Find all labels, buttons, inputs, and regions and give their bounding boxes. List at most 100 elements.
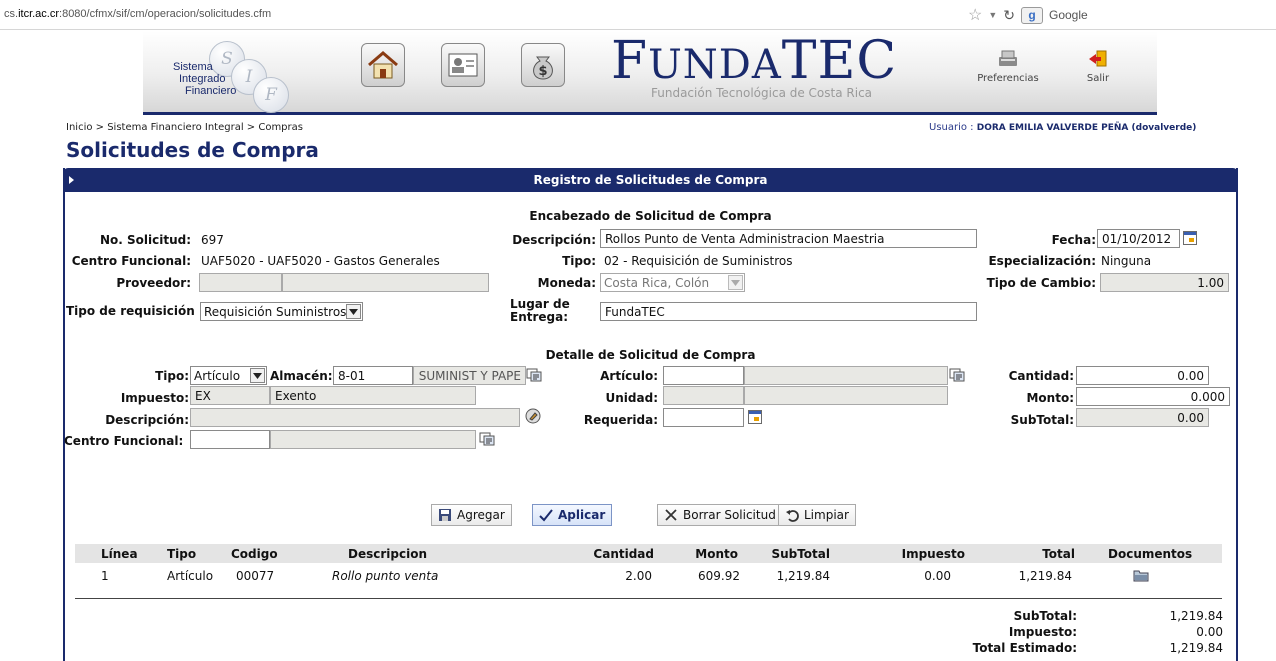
proveedor-name-field[interactable] [282,273,489,292]
tipo-cambio-field[interactable]: 1.00 [1100,273,1229,292]
almacen-code-field[interactable]: 8-01 [333,366,413,385]
detail-centro-code-field[interactable] [190,430,270,449]
cell-cantidad: 2.00 [625,569,652,583]
col-total[interactable]: Total [1042,547,1075,561]
cell-descripcion: Rollo punto venta [332,569,439,583]
col-codigo[interactable]: Codigo [231,547,278,561]
col-documentos[interactable]: Documentos [1108,547,1192,561]
articulo-name-field [744,366,948,385]
centro-funcional-label: Centro Funcional: [71,254,191,268]
fecha-field[interactable]: 01/10/2012 [1097,229,1180,248]
edit-description-icon[interactable] [525,408,541,424]
centro-lookup-icon[interactable] [479,432,495,446]
search-engine-name[interactable]: Google [1049,8,1088,22]
dropdown-arrow-icon[interactable]: ▼ [988,10,997,20]
tipo-requisicion-label: Tipo de requisición [66,304,195,318]
table-header: Línea Tipo Codigo Descripcion Cantidad M… [75,544,1222,563]
cantidad-field[interactable]: 0.00 [1076,366,1209,385]
unidad-code-field[interactable] [663,386,744,405]
detail-tipo-select[interactable]: Artículo [190,366,267,385]
tipo-requisicion-select[interactable]: Requisición Suministros y Papelería [200,302,363,321]
agregar-button[interactable]: Agregar [431,504,512,526]
cell-monto: 609.92 [698,569,740,583]
collapse-arrow-icon[interactable] [69,176,74,184]
google-search-engine-icon[interactable]: g [1021,6,1043,24]
proveedor-code-field[interactable] [199,273,282,292]
chevron-down-icon [349,308,358,315]
breadcrumb[interactable]: Inicio > Sistema Financiero Integral > C… [66,122,303,133]
star-icon[interactable]: ☆ [968,5,982,25]
col-linea[interactable]: Línea [101,547,138,561]
page-title: Solicitudes de Compra [66,138,319,162]
total-impuesto-value: 0.00 [1196,625,1223,639]
impuesto-name-field: Exento [270,386,476,405]
col-cantidad[interactable]: Cantidad [593,547,654,561]
detail-descripcion-label: Descripción: [105,413,189,427]
logout-icon [1089,50,1107,67]
home-button[interactable] [361,43,405,87]
sif-logo[interactable]: S I F Sistema Integrado Financiero [165,39,295,113]
url-text[interactable]: cs.itcr.ac.cr:8080/cfmx/sif/cm/operacion… [4,8,271,20]
aplicar-button[interactable]: Aplicar [532,504,613,526]
logout-link[interactable]: Salir [1073,45,1123,84]
borrar-solicitud-button[interactable]: Borrar Solicitud [657,504,783,526]
moneda-select[interactable]: Costa Rica, Colón [600,273,745,292]
no-solicitud-label: No. Solicitud: [99,233,191,247]
col-descripcion[interactable]: Descripcion [348,547,427,561]
preferences-link[interactable]: Preferencias [973,45,1043,84]
panel-header[interactable]: Registro de Solicitudes de Compra [63,168,1238,192]
col-tipo[interactable]: Tipo [167,547,196,561]
detail-subtotal-field: 0.00 [1076,408,1209,427]
unidad-label: Unidad: [605,391,658,405]
preferences-label: Preferencias [977,73,1039,84]
app-banner: S I F Sistema Integrado Financiero $ FUN… [143,31,1157,115]
user-info: Usuario : DORA EMILIA VALVERDE PEÑA (dov… [929,122,1197,133]
almacen-name-field: SUMINIST Y PAPE [413,366,526,385]
folder-icon[interactable] [1133,569,1149,582]
almacen-lookup-icon[interactable] [526,368,542,382]
fundatec-subtitle: Fundación Tecnológica de Costa Rica [651,86,873,100]
finance-button[interactable]: $ [521,43,565,87]
reload-icon[interactable]: ↻ [1003,7,1015,24]
detail-section-title: Detalle de Solicitud de Compra [545,348,756,362]
articulo-label: Artículo: [600,369,658,383]
cell-subtotal: 1,219.84 [776,569,830,583]
browser-url-bar[interactable]: cs.itcr.ac.cr:8080/cfmx/sif/cm/operacion… [0,0,1276,30]
user-card-button[interactable] [441,43,485,87]
calendar-icon[interactable] [1183,231,1197,245]
detail-centro-funcional-label: Centro Funcional: [64,434,184,448]
requerida-calendar-icon[interactable] [748,410,762,424]
centro-funcional-value: UAF5020 - UAF5020 - Gastos Generales [201,254,440,268]
proveedor-label: Proveedor: [116,276,191,290]
no-solicitud-value: 697 [201,233,224,247]
limpiar-button[interactable]: Limpiar [778,504,856,526]
especializacion-value: Ninguna [1101,254,1152,268]
logout-label: Salir [1086,73,1110,84]
lugar-entrega-field[interactable]: FundaTEC [600,302,977,321]
detail-centro-name-field [270,430,476,449]
preferences-icon [999,50,1017,66]
delete-icon [665,509,677,521]
articulo-code-field[interactable] [663,366,744,385]
table-divider [75,598,1222,599]
col-impuesto[interactable]: Impuesto [902,547,965,561]
monto-field[interactable]: 0.000 [1076,387,1230,406]
articulo-lookup-icon[interactable] [949,368,965,382]
requerida-field[interactable] [663,408,744,427]
descripcion-label: Descripción: [512,233,596,247]
col-monto[interactable]: Monto [695,547,738,561]
cell-codigo: 00077 [236,569,275,583]
tipo-label: Tipo: [562,254,596,268]
total-estimado-label: Total Estimado: [972,641,1077,655]
tipo-cambio-label: Tipo de Cambio: [986,276,1096,290]
detail-descripcion-field[interactable] [190,408,520,427]
table-row[interactable]: 1 Artículo 00077 Rollo punto venta 2.00 … [75,566,1222,586]
impuesto-code-field[interactable]: EX [190,386,270,405]
col-subtotal[interactable]: SubTotal [771,547,830,561]
impuesto-label: Impuesto: [120,391,189,405]
almacen-label: Almacén: [270,369,333,383]
descripcion-field[interactable]: Rollos Punto de Venta Administracion Mae… [600,229,977,248]
cantidad-label: Cantidad: [1008,369,1074,383]
monto-label: Monto: [1026,391,1074,405]
total-subtotal-label: SubTotal: [1013,609,1077,623]
